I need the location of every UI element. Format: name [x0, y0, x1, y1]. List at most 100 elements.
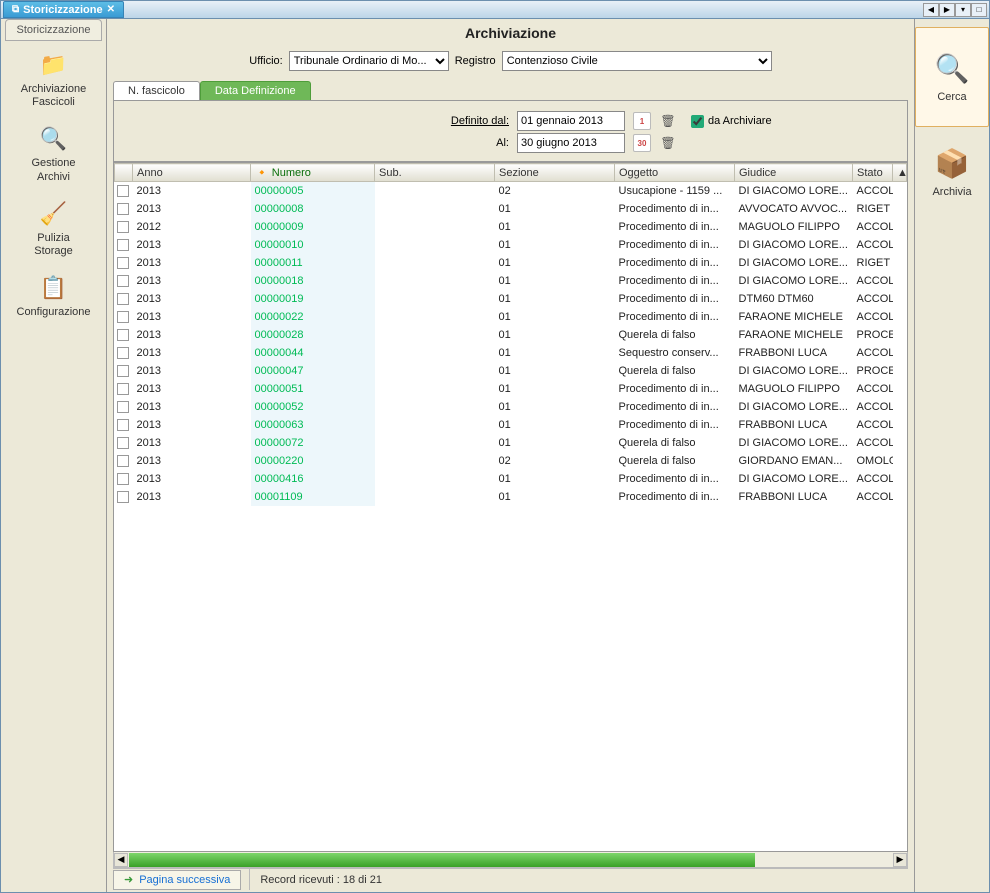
row-checkbox[interactable]: [117, 239, 129, 251]
table-row[interactable]: 20130000001101Procedimento di in...DI GI…: [115, 254, 907, 272]
filter-bar: Ufficio: Tribunale Ordinario di Mo... Re…: [107, 47, 914, 81]
cell-anno: 2013: [133, 272, 251, 290]
table-row[interactable]: 20130000006301Procedimento di in...FRABB…: [115, 416, 907, 434]
row-checkbox[interactable]: [117, 383, 129, 395]
cell-oggetto: Procedimento di in...: [615, 416, 735, 434]
table-row[interactable]: 20130000007201Querela di falsoDI GIACOMO…: [115, 434, 907, 452]
cell-sezione: 01: [495, 254, 615, 272]
archivia-button[interactable]: 📦 Archivia: [915, 147, 989, 198]
clear-to-icon[interactable]: 🗑: [659, 134, 677, 152]
date-from-input[interactable]: [517, 111, 625, 131]
col-scroll-hint[interactable]: ▲: [893, 164, 907, 182]
cell-anno: 2013: [133, 362, 251, 380]
table-row[interactable]: 20130000000801Procedimento di in...AVVOC…: [115, 200, 907, 218]
table-row[interactable]: 20130000004701Querela di falsoDI GIACOMO…: [115, 362, 907, 380]
table-row[interactable]: 20130000004401Sequestro conserv...FRABBO…: [115, 344, 907, 362]
tab-data-definizione[interactable]: Data Definizione: [200, 81, 311, 100]
row-checkbox[interactable]: [117, 491, 129, 503]
sidebar-item-2[interactable]: 🧹PuliziaStorage: [1, 194, 106, 268]
app-tab[interactable]: ⧉ Storicizzazione ✕: [3, 1, 124, 18]
table-row[interactable]: 20130000110901Procedimento di in...FRABB…: [115, 488, 907, 506]
clear-from-icon[interactable]: 🗑: [659, 112, 677, 130]
table-row[interactable]: 20130000002801Querela di falsoFARAONE MI…: [115, 326, 907, 344]
table-row[interactable]: 20130000022002Querela di falsoGIORDANO E…: [115, 452, 907, 470]
row-checkbox[interactable]: [117, 455, 129, 467]
sidebar-item-1[interactable]: 🔍GestioneArchivi: [1, 119, 106, 193]
col-sub[interactable]: Sub.: [375, 164, 495, 182]
table-row[interactable]: 20130000000502Usucapione - 1159 ...DI GI…: [115, 182, 907, 200]
col-checkbox[interactable]: [115, 164, 133, 182]
dropdown-button[interactable]: ▾: [955, 3, 971, 17]
row-checkbox[interactable]: [117, 275, 129, 287]
col-anno[interactable]: Anno: [133, 164, 251, 182]
da-archiviare-checkbox[interactable]: da Archiviare: [691, 115, 772, 128]
table-row[interactable]: 20130000001801Procedimento di in...DI GI…: [115, 272, 907, 290]
cell-stato: ACCOL: [853, 308, 893, 326]
cell-sub: [375, 218, 495, 236]
date-to-input[interactable]: [517, 133, 625, 153]
row-checkbox[interactable]: [117, 437, 129, 449]
row-checkbox[interactable]: [117, 257, 129, 269]
col-oggetto[interactable]: Oggetto: [615, 164, 735, 182]
col-giudice[interactable]: Giudice: [735, 164, 853, 182]
col-sezione[interactable]: Sezione: [495, 164, 615, 182]
cell-stato: ACCOL: [853, 488, 893, 506]
row-checkbox[interactable]: [117, 365, 129, 377]
scroll-left-icon[interactable]: ◀: [114, 853, 128, 867]
row-checkbox[interactable]: [117, 311, 129, 323]
nav-section-tab[interactable]: Storicizzazione: [5, 19, 102, 41]
nav-label: GestioneArchivi: [5, 157, 102, 183]
cell-oggetto: Querela di falso: [615, 362, 735, 380]
row-checkbox[interactable]: [117, 329, 129, 341]
table-row[interactable]: 20130000001901Procedimento di in...DTM60…: [115, 290, 907, 308]
cell-stato: ACCOL: [853, 218, 893, 236]
tab-n-fascicolo[interactable]: N. fascicolo: [113, 81, 200, 100]
scroll-thumb[interactable]: [129, 853, 755, 867]
calendar-to-icon[interactable]: 30: [633, 134, 651, 152]
table-row[interactable]: 20130000002201Procedimento di in...FARAO…: [115, 308, 907, 326]
cell-anno: 2013: [133, 380, 251, 398]
nav-icon: 🧹: [36, 200, 72, 228]
cerca-button[interactable]: 🔍 Cerca: [915, 27, 989, 127]
cell-numero: 00000063: [251, 416, 375, 434]
table-row[interactable]: 20130000041601Procedimento di in...DI GI…: [115, 470, 907, 488]
col-numero[interactable]: 🔸 Numero: [251, 164, 375, 182]
ufficio-select[interactable]: Tribunale Ordinario di Mo...: [289, 51, 449, 71]
registro-select[interactable]: Contenzioso Civile: [502, 51, 772, 71]
row-checkbox[interactable]: [117, 203, 129, 215]
cell-anno: 2013: [133, 236, 251, 254]
table-row[interactable]: 20120000000901Procedimento di in...MAGUO…: [115, 218, 907, 236]
title-bar: ⧉ Storicizzazione ✕ ◀ ▶ ▾ □: [1, 1, 989, 19]
cell-oggetto: Procedimento di in...: [615, 308, 735, 326]
table-row[interactable]: 20130000005101Procedimento di in...MAGUO…: [115, 380, 907, 398]
cell-anno: 2013: [133, 308, 251, 326]
cell-sezione: 01: [495, 434, 615, 452]
calendar-from-icon[interactable]: 1: [633, 112, 651, 130]
table-row[interactable]: 20130000005201Procedimento di in...DI GI…: [115, 398, 907, 416]
col-stato[interactable]: Stato: [853, 164, 893, 182]
nav-prev-button[interactable]: ◀: [923, 3, 939, 17]
horizontal-scrollbar[interactable]: ◀ ▶: [113, 852, 908, 868]
cell-giudice: FARAONE MICHELE: [735, 308, 853, 326]
next-page-button[interactable]: ➜ Pagina successiva: [113, 870, 241, 890]
cell-sezione: 01: [495, 326, 615, 344]
close-tab-icon[interactable]: ✕: [107, 4, 115, 15]
row-checkbox[interactable]: [117, 347, 129, 359]
cell-sub: [375, 254, 495, 272]
row-checkbox[interactable]: [117, 401, 129, 413]
cell-stato: ACCOL: [853, 182, 893, 200]
da-archiviare-input[interactable]: [691, 115, 704, 128]
nav-next-button[interactable]: ▶: [939, 3, 955, 17]
table-row[interactable]: 20130000001001Procedimento di in...DI GI…: [115, 236, 907, 254]
scroll-right-icon[interactable]: ▶: [893, 853, 907, 867]
row-checkbox[interactable]: [117, 419, 129, 431]
row-checkbox[interactable]: [117, 221, 129, 233]
row-checkbox[interactable]: [117, 185, 129, 197]
cell-sezione: 01: [495, 218, 615, 236]
maximize-button[interactable]: □: [971, 3, 987, 17]
sidebar-item-0[interactable]: 📁ArchiviazioneFascicoli: [1, 45, 106, 119]
cell-sezione: 02: [495, 182, 615, 200]
sidebar-item-3[interactable]: 📋Configurazione: [1, 268, 106, 329]
row-checkbox[interactable]: [117, 293, 129, 305]
row-checkbox[interactable]: [117, 473, 129, 485]
